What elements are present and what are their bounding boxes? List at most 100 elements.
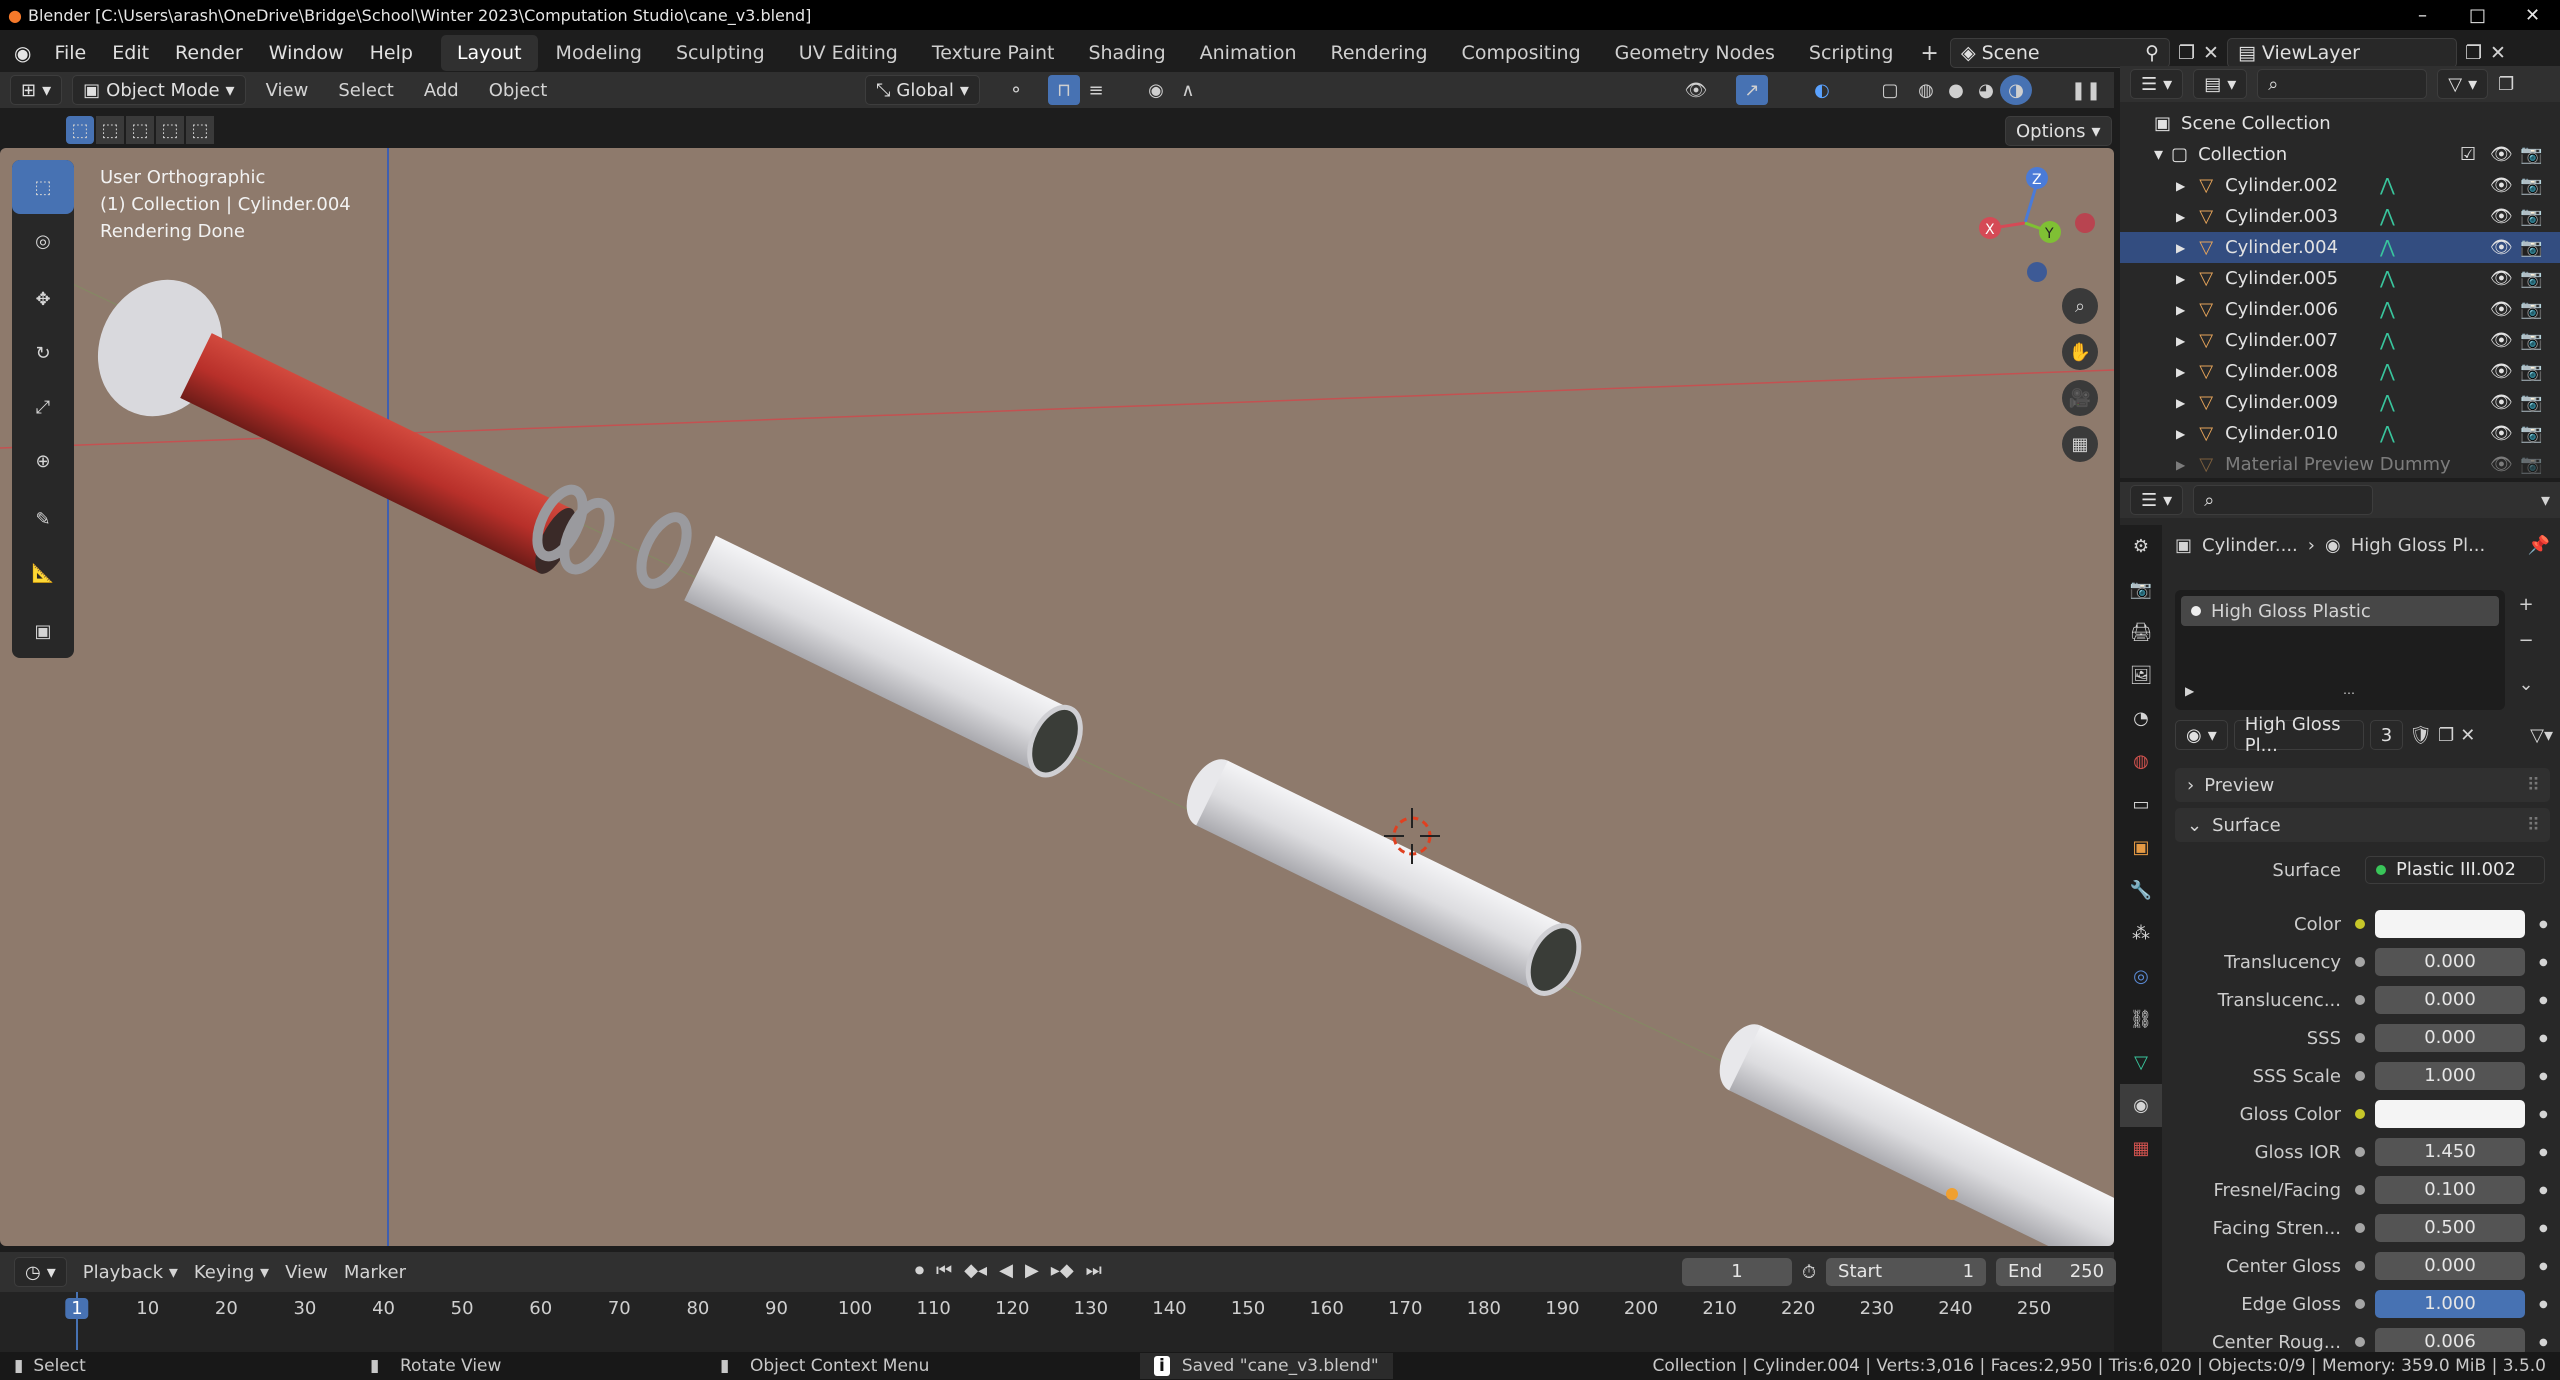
world-tab-icon[interactable]: ◍ (2120, 740, 2162, 783)
eye-icon[interactable]: 👁 (2490, 361, 2513, 382)
tab-shading[interactable]: Shading (1072, 35, 1181, 71)
property-value-field[interactable]: 0.000 (2375, 986, 2525, 1014)
camera-render-icon[interactable]: 📷 (2520, 423, 2542, 444)
output-tab-icon[interactable]: 🖨 (2120, 611, 2162, 654)
expand-icon[interactable]: ▶ (2176, 179, 2185, 193)
new-viewlayer-icon[interactable]: ❐ (2465, 42, 2482, 64)
camera-render-icon[interactable]: 📷 (2520, 299, 2542, 320)
outliner-object-row[interactable]: ▶ ▽ Cylinder.010 ⋀ 👁 📷 (2120, 418, 2560, 449)
expand-icon[interactable]: ▶ (2176, 272, 2185, 286)
expand-icon[interactable]: ▶ (2176, 365, 2185, 379)
material-tab-icon[interactable]: ◉ (2120, 1084, 2162, 1127)
keyframe-dot-icon[interactable]: ● (2539, 995, 2548, 1006)
fake-user-icon[interactable]: 🛡 (2409, 725, 2432, 746)
socket-icon[interactable] (2355, 1261, 2365, 1271)
measure-tool-icon[interactable]: 📐 (12, 546, 74, 600)
material-name-field[interactable]: High Gloss Pl... (2233, 714, 2364, 756)
keyframe-dot-icon[interactable]: ● (2539, 1109, 2548, 1120)
eye-icon[interactable]: 👁 (2490, 206, 2513, 227)
rotate-tool-icon[interactable]: ↻ (12, 326, 74, 380)
editor-type-dropdown[interactable]: ⊞ ▾ (10, 75, 63, 105)
options-dropdown[interactable]: Options ▾ (2005, 116, 2112, 146)
view-layer-tab-icon[interactable]: 🖼 (2120, 654, 2162, 697)
stopwatch-icon[interactable]: ⏱ (1802, 1262, 1816, 1283)
camera-render-icon[interactable]: 📷 (2520, 175, 2542, 196)
wireframe-shading-icon[interactable]: ◍ (1910, 75, 1942, 105)
zoom-icon[interactable]: ⌕ (2062, 288, 2098, 324)
tool-settings-tab-icon[interactable]: ⚙ (2120, 525, 2162, 568)
select-subtract-icon[interactable]: ⬚ (126, 116, 154, 144)
playback-menu[interactable]: Playback ▾ (83, 1262, 178, 1283)
preview-panel-header[interactable]: › Preview ⠿ (2175, 768, 2550, 802)
eye-icon[interactable]: 👁 (2490, 144, 2513, 165)
viewlayer-dropdown[interactable]: ▤ ViewLayer (2226, 38, 2457, 68)
eye-icon[interactable]: 👁 (2490, 237, 2513, 258)
outliner-editor-dropdown[interactable]: ☰ ▾ (2130, 69, 2184, 99)
keyframe-dot-icon[interactable]: ● (2539, 1299, 2548, 1310)
expand-icon[interactable]: ▶ (2176, 241, 2185, 255)
keying-menu[interactable]: Keying ▾ (194, 1262, 269, 1283)
outliner-object-row[interactable]: ▶ ▽ Cylinder.003 ⋀ 👁 📷 (2120, 201, 2560, 232)
menu-object[interactable]: Object (479, 80, 558, 101)
camera-render-icon[interactable]: 📷 (2520, 237, 2542, 258)
display-mode-dropdown[interactable]: ▤ ▾ (2193, 69, 2248, 99)
menu-view[interactable]: View (256, 80, 319, 101)
texture-tab-icon[interactable]: ▦ (2120, 1127, 2162, 1170)
orientation-dropdown[interactable]: ⤡ Global ▾ (865, 75, 980, 105)
users-count[interactable]: 3 (2369, 720, 2404, 750)
scene-collection-row[interactable]: ▣ Scene Collection (2120, 108, 2560, 139)
delete-scene-icon[interactable]: ✕ (2203, 42, 2219, 64)
cursor-tool-icon[interactable]: ◎ (12, 214, 74, 268)
outliner-object-row[interactable]: ▶ ▽ Cylinder.004 ⋀ 👁 📷 (2120, 232, 2560, 263)
socket-icon[interactable] (2355, 1071, 2365, 1081)
jump-start-icon[interactable]: ⏮ (936, 1260, 952, 1281)
snap-target-icon[interactable]: ≡ (1080, 75, 1112, 105)
tab-geometry-nodes[interactable]: Geometry Nodes (1599, 35, 1791, 71)
blender-menu-icon[interactable]: ◉ (0, 41, 41, 65)
socket-icon[interactable] (2355, 957, 2365, 967)
surface-panel-header[interactable]: ⌄ Surface ⠿ (2175, 808, 2550, 842)
eye-icon[interactable]: 👁 (2490, 175, 2513, 196)
tab-rendering[interactable]: Rendering (1315, 35, 1444, 71)
camera-view-icon[interactable]: 🎥 (2062, 380, 2098, 416)
material-slot-row[interactable]: High Gloss Plastic (2181, 596, 2499, 626)
expand-icon[interactable]: ▾ (2154, 144, 2163, 165)
new-scene-icon[interactable]: ❐ (2178, 42, 2195, 64)
minimize-icon[interactable]: – (2395, 5, 2450, 26)
eye-icon[interactable]: 👁 (2490, 268, 2513, 289)
move-tool-icon[interactable]: ✥ (12, 272, 74, 326)
scene-tab-icon[interactable]: ◔ (2120, 697, 2162, 740)
keyframe-dot-icon[interactable]: ● (2539, 919, 2548, 930)
socket-icon[interactable] (2355, 1033, 2365, 1043)
duplicate-material-icon[interactable]: ❐ (2438, 725, 2454, 746)
properties-search-input[interactable]: ⌕ (2193, 485, 2374, 515)
menu-render[interactable]: Render (162, 42, 256, 64)
camera-render-icon[interactable]: 📷 (2520, 206, 2542, 227)
current-frame-field[interactable]: 1 (1682, 1258, 1792, 1286)
physics-tab-icon[interactable]: ◎ (2120, 955, 2162, 998)
marker-menu[interactable]: Marker (344, 1262, 406, 1283)
properties-editor-dropdown[interactable]: ☰ ▾ (2130, 485, 2184, 515)
socket-icon[interactable] (2355, 1223, 2365, 1233)
collection-row[interactable]: ▾ ▢ Collection ☑ 👁 📷 (2120, 139, 2560, 170)
render-tab-icon[interactable]: 📷 (2120, 568, 2162, 611)
tab-compositing[interactable]: Compositing (1446, 35, 1597, 71)
add-cube-tool-icon[interactable]: ▣ (12, 604, 74, 658)
expand-icon[interactable]: ▶ (2176, 210, 2185, 224)
property-value-field[interactable]: 0.000 (2375, 1024, 2525, 1052)
resize-handle-icon[interactable]: ⋯ (2343, 686, 2355, 700)
property-value-field[interactable]: 0.000 (2375, 948, 2525, 976)
keyframe-dot-icon[interactable]: ● (2539, 1337, 2548, 1348)
gizmo-toggle-icon[interactable]: ↗ (1736, 75, 1768, 105)
eye-icon[interactable]: 👁 (2490, 423, 2513, 444)
gizmo-neg-x-handle[interactable] (2075, 213, 2095, 233)
record-icon[interactable]: ⏺ (915, 1260, 924, 1281)
add-workspace-icon[interactable]: + (1910, 41, 1948, 66)
delete-viewlayer-icon[interactable]: ✕ (2490, 42, 2506, 64)
new-collection-icon[interactable]: ❐ (2498, 74, 2514, 95)
menu-file[interactable]: File (41, 42, 99, 64)
property-value-field[interactable]: 1.000 (2375, 1062, 2525, 1090)
add-slot-icon[interactable]: + (2512, 590, 2540, 618)
camera-render-icon[interactable]: 📷 (2520, 144, 2542, 165)
browse-material-dropdown[interactable]: ◉ ▾ (2175, 720, 2228, 750)
